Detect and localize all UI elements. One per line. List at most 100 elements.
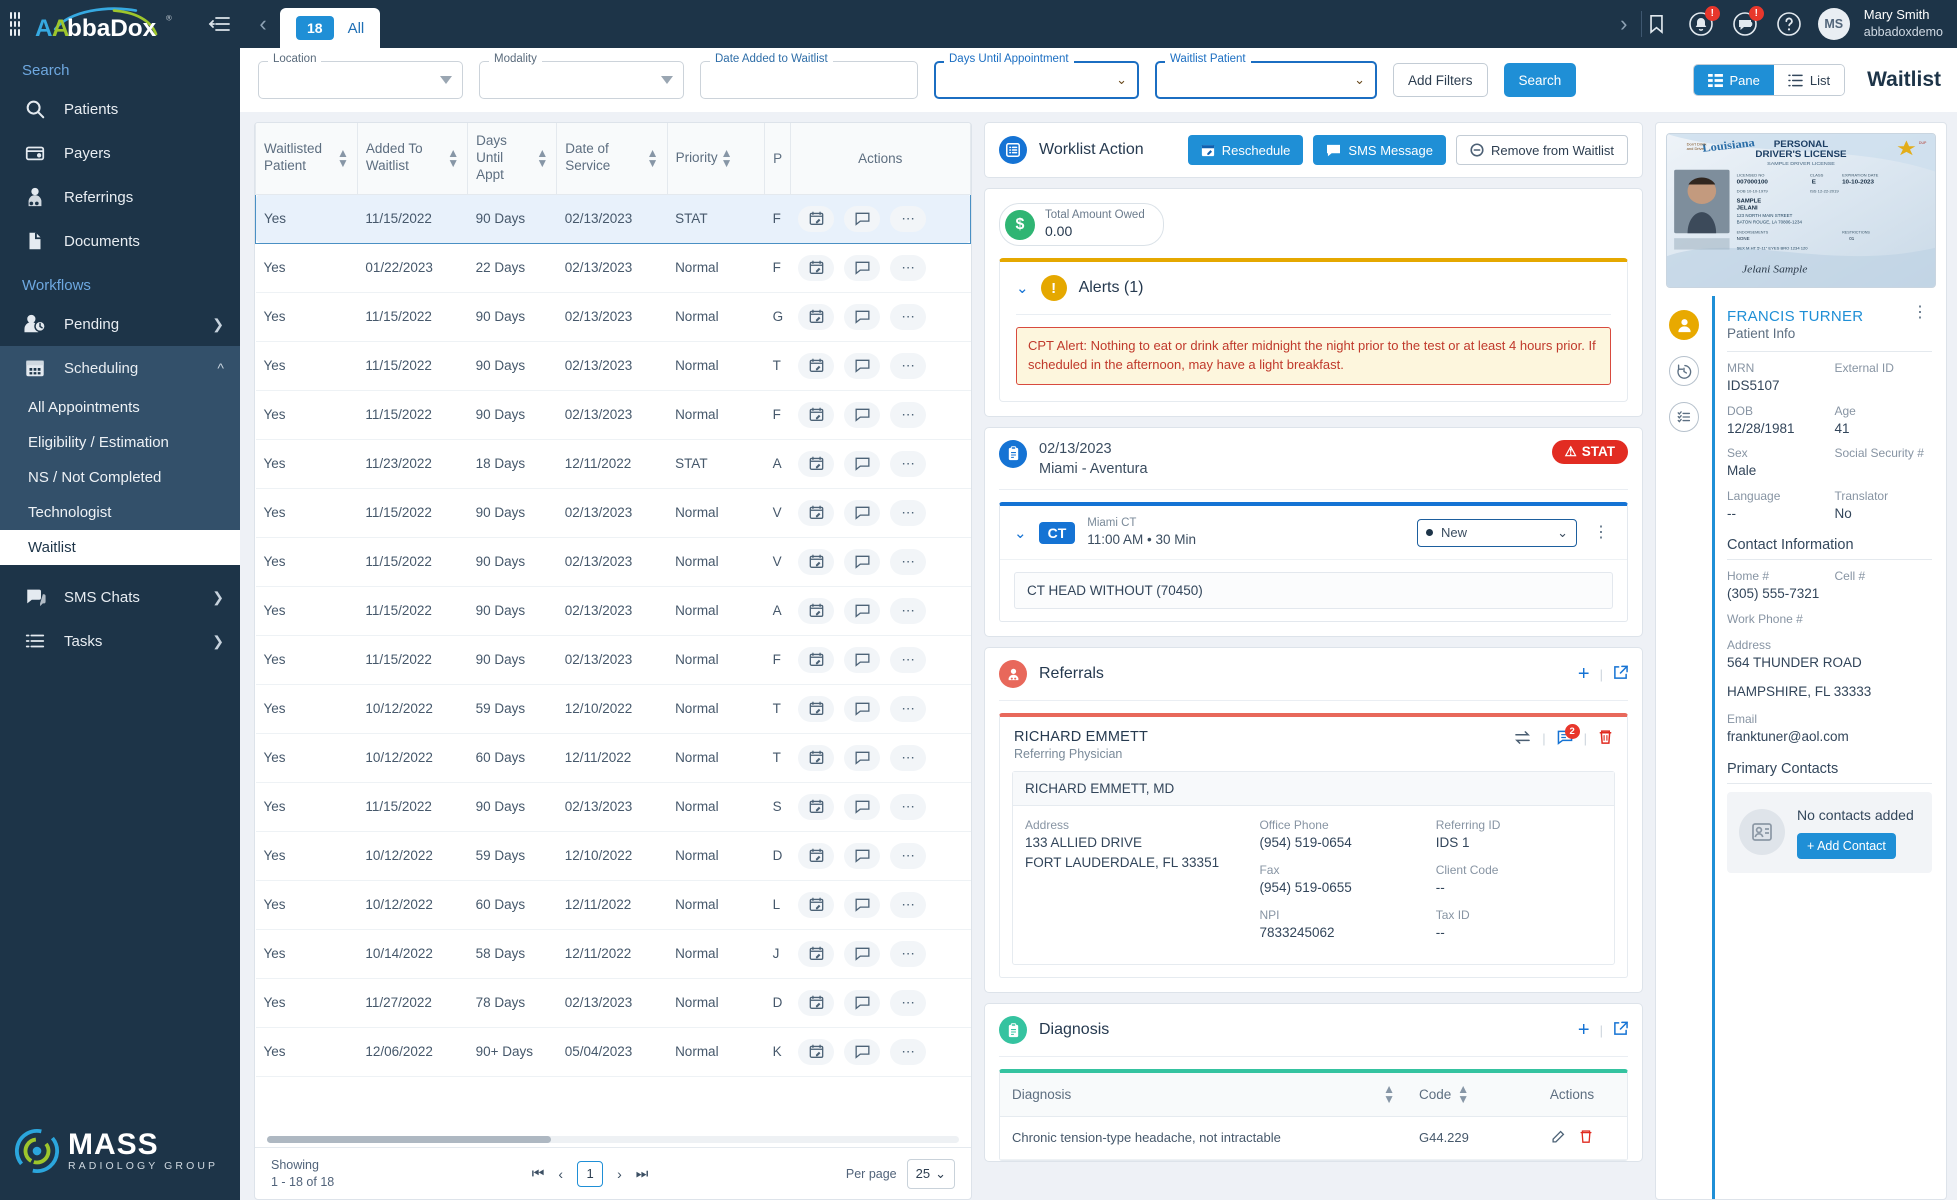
first-page-icon[interactable]: ⏮ <box>532 1165 545 1182</box>
edit-appointment-icon[interactable] <box>798 352 835 379</box>
view-toggle-list[interactable]: List <box>1773 65 1845 95</box>
table-row[interactable]: Yes 11/15/2022 90 Days 02/13/2023 Normal V ⋯ <box>255 488 971 538</box>
nav-forward-icon[interactable]: › <box>1607 7 1641 41</box>
patient-checklist-icon[interactable] <box>1669 402 1699 432</box>
filter-days-until-appointment[interactable]: ⌄ Days Until Appointment <box>934 53 1139 99</box>
sms-chat-icon[interactable] <box>844 205 881 232</box>
more-actions-icon[interactable]: ⋯ <box>890 842 927 869</box>
sidebar-item-tasks[interactable]: Tasks ❯ <box>0 619 240 663</box>
sms-chat-icon[interactable] <box>844 548 881 575</box>
horizontal-scrollbar[interactable] <box>267 1136 959 1143</box>
edit-appointment-icon[interactable] <box>798 940 835 967</box>
sms-chat-icon[interactable] <box>844 793 881 820</box>
sidebar-item-patients[interactable]: Patients <box>0 87 240 131</box>
edit-appointment-icon[interactable] <box>798 842 835 869</box>
table-row[interactable]: Yes 11/15/2022 90 Days 02/13/2023 Normal F ⋯ <box>255 390 971 440</box>
sms-chat-icon[interactable] <box>844 940 881 967</box>
table-row[interactable]: Yes 11/15/2022 90 Days 02/13/2023 Normal A ⋯ <box>255 586 971 636</box>
sms-chat-icon[interactable] <box>844 1038 881 1065</box>
edit-appointment-icon[interactable] <box>798 1038 835 1065</box>
more-actions-icon[interactable]: ⋯ <box>890 646 927 673</box>
filter-waitlist-patient[interactable]: ⌄ Waitlist Patient <box>1155 53 1377 99</box>
delete-referral-icon[interactable] <box>1598 729 1613 748</box>
bookmark-icon[interactable] <box>1642 9 1672 39</box>
collapse-sidebar-icon[interactable] <box>208 11 230 37</box>
edit-appointment-icon[interactable] <box>798 793 835 820</box>
table-row[interactable]: Yes 10/12/2022 59 Days 12/10/2022 Normal T ⋯ <box>255 684 971 734</box>
more-actions-icon[interactable]: ⋯ <box>890 1038 927 1065</box>
sms-chat-icon[interactable] <box>844 891 881 918</box>
search-button[interactable]: Search <box>1503 63 1577 97</box>
patient-more-icon[interactable]: ⋮ <box>1908 305 1932 320</box>
drivers-license-image[interactable]: PERSONAL DRIVER'S LICENSE SAMPLE DRIVER … <box>1666 133 1936 288</box>
table-row[interactable]: Yes 10/12/2022 60 Days 12/11/2022 Normal L ⋯ <box>255 880 971 930</box>
sidebar-item-technologist[interactable]: Technologist <box>0 495 240 530</box>
next-page-icon[interactable]: › <box>617 1166 622 1182</box>
more-actions-icon[interactable]: ⋯ <box>890 989 927 1016</box>
sms-message-button[interactable]: SMS Message <box>1313 135 1446 165</box>
dx-col-code[interactable]: Code ▲ ▼ <box>1407 1073 1517 1117</box>
tab-waitlist[interactable]: 18 All <box>280 8 381 48</box>
edit-appointment-icon[interactable] <box>798 499 835 526</box>
edit-appointment-icon[interactable] <box>798 695 835 722</box>
col-days-until-appt[interactable]: Days Until Appt ▲ ▼ <box>467 123 558 195</box>
sms-chat-icon[interactable] <box>844 646 881 673</box>
dx-col-diagnosis[interactable]: Diagnosis ▲ ▼ <box>1000 1073 1407 1117</box>
sms-chat-icon[interactable] <box>844 303 881 330</box>
table-row[interactable]: Yes 10/14/2022 58 Days 12/11/2022 Normal J ⋯ <box>255 929 971 979</box>
sidebar-item-ns-not-completed[interactable]: NS / Not Completed <box>0 460 240 495</box>
app-grid-icon[interactable] <box>10 12 20 36</box>
sms-chat-icon[interactable] <box>844 401 881 428</box>
referral-comments-icon[interactable]: 2 <box>1557 723 1580 748</box>
alerts-header[interactable]: ⌄ ! Alerts (1) <box>1000 262 1627 314</box>
sort-icon[interactable]: ▲ ▼ <box>1457 1083 1469 1105</box>
sort-icon[interactable]: ▲ ▼ <box>337 147 349 169</box>
sidebar-item-referrings[interactable]: Referrings <box>0 175 240 219</box>
more-actions-icon[interactable]: ⋯ <box>890 744 927 771</box>
sms-chat-icon[interactable] <box>844 989 881 1016</box>
sidebar-item-all-appointments[interactable]: All Appointments <box>0 390 240 425</box>
sort-icon[interactable]: ▲ ▼ <box>536 147 548 169</box>
sidebar-item-scheduling[interactable]: Scheduling ^ <box>0 346 240 390</box>
tab-all[interactable]: All <box>348 20 365 37</box>
reschedule-button[interactable]: Reschedule <box>1187 135 1304 165</box>
appointment-more-icon[interactable]: ⋮ <box>1589 525 1613 540</box>
more-actions-icon[interactable]: ⋯ <box>890 695 927 722</box>
table-row[interactable]: Yes 11/15/2022 90 Days 02/13/2023 Normal F ⋯ <box>255 635 971 685</box>
patient-person-icon[interactable] <box>1669 310 1699 340</box>
sms-chat-icon[interactable] <box>844 450 881 477</box>
more-actions-icon[interactable]: ⋯ <box>890 352 927 379</box>
more-actions-icon[interactable]: ⋯ <box>890 499 927 526</box>
add-contact-button[interactable]: + Add Contact <box>1797 832 1896 859</box>
sidebar-item-payers[interactable]: Payers <box>0 131 240 175</box>
edit-appointment-icon[interactable] <box>798 891 835 918</box>
more-actions-icon[interactable]: ⋯ <box>890 450 927 477</box>
more-actions-icon[interactable]: ⋯ <box>890 940 927 967</box>
sort-icon[interactable]: ▲ ▼ <box>647 147 659 169</box>
filter-modality[interactable]: Modality <box>479 53 684 99</box>
patient-name[interactable]: FRANCIS TURNER <box>1727 308 1908 325</box>
edit-appointment-icon[interactable] <box>798 401 835 428</box>
help-icon[interactable] <box>1774 9 1804 39</box>
remove-from-waitlist-button[interactable]: Remove from Waitlist <box>1455 135 1628 165</box>
table-row[interactable]: Yes 11/15/2022 90 Days 02/13/2023 Normal V ⋯ <box>255 537 971 587</box>
sort-icon[interactable]: ▲ ▼ <box>1383 1083 1395 1105</box>
sms-chat-icon[interactable] <box>844 842 881 869</box>
more-actions-icon[interactable]: ⋯ <box>890 793 927 820</box>
table-row[interactable]: Yes 01/22/2023 22 Days 02/13/2023 Normal F ⋯ <box>255 243 971 293</box>
table-row[interactable]: Yes 10/12/2022 60 Days 12/11/2022 Normal T ⋯ <box>255 733 971 783</box>
sort-icon[interactable]: ▲ ▼ <box>721 147 733 169</box>
more-actions-icon[interactable]: ⋯ <box>890 303 927 330</box>
sms-chat-icon[interactable] <box>844 352 881 379</box>
waitlist-grid-scroll[interactable]: Waitlisted Patient ▲ ▼ Added To Waitlist ▲ ▼… <box>255 123 971 1130</box>
expand-diagnosis-icon[interactable] <box>1613 1021 1628 1039</box>
table-row[interactable]: Yes 10/12/2022 59 Days 12/10/2022 Normal D ⋯ <box>255 831 971 881</box>
sidebar-item-eligibility-estimation[interactable]: Eligibility / Estimation <box>0 425 240 460</box>
table-row[interactable]: Yes 12/06/2022 90+ Days 05/04/2023 Normal K ⋯ <box>255 1027 971 1077</box>
appointment-status-select[interactable]: New ⌄ <box>1417 518 1577 547</box>
col-patient-truncated[interactable]: P <box>764 123 791 195</box>
sidebar-item-sms-chats[interactable]: SMS Chats ❯ <box>0 575 240 619</box>
per-page-select[interactable]: 25 ⌄ <box>906 1158 955 1189</box>
sms-chat-icon[interactable] <box>844 744 881 771</box>
sms-chat-icon[interactable] <box>844 695 881 722</box>
